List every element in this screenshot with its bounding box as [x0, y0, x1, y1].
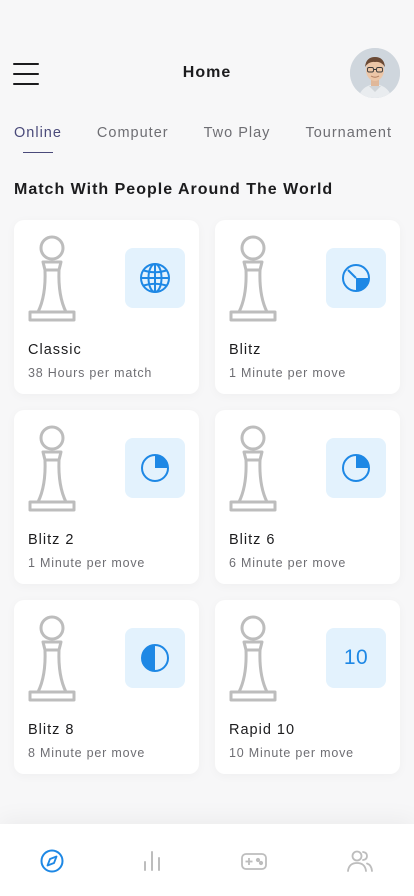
card-subtitle: 8 Minute per move — [28, 746, 146, 760]
tab-computer[interactable]: Computer — [97, 125, 169, 151]
game-mode-card-rapid-10[interactable]: 10 Rapid 10 10 Minute per move — [215, 600, 400, 774]
mode-tabs: Online Computer Two Play Tournament — [14, 125, 414, 153]
tab-online[interactable]: Online — [14, 125, 62, 153]
game-mode-card-classic[interactable]: Classic 38 Hours per match — [14, 220, 199, 394]
timer-quarter-icon — [342, 264, 370, 292]
card-title: Blitz 2 — [28, 532, 75, 548]
card-subtitle: 6 Minute per move — [229, 556, 347, 570]
game-mode-card-blitz-6[interactable]: Blitz 6 6 Minute per move — [215, 410, 400, 584]
card-title: Blitz — [229, 342, 262, 358]
tab-tournament[interactable]: Tournament — [305, 125, 392, 151]
number-badge: 10 — [343, 646, 369, 669]
card-subtitle: 1 Minute per move — [28, 556, 146, 570]
game-mode-card-blitz-8[interactable]: Blitz 8 8 Minute per move — [14, 600, 199, 774]
bar-chart-icon[interactable] — [139, 848, 165, 874]
card-subtitle: 38 Hours per match — [28, 366, 153, 380]
timer-quarter-icon — [141, 454, 169, 482]
bottom-nav — [0, 824, 414, 896]
timer-quarter-icon — [342, 454, 370, 482]
gamepad-icon[interactable] — [240, 848, 267, 874]
card-title: Rapid 10 — [229, 722, 296, 738]
section-title: Match With People Around The World — [14, 181, 334, 198]
tab-two-play[interactable]: Two Play — [204, 125, 271, 151]
app-header: Home — [0, 46, 414, 102]
mode-badge — [125, 248, 185, 308]
pawn-icon — [28, 425, 76, 512]
mode-badge: 10 — [326, 628, 386, 688]
pawn-icon — [229, 615, 277, 702]
mode-badge — [326, 438, 386, 498]
card-title: Blitz 8 — [28, 722, 75, 738]
compass-icon[interactable] — [39, 848, 65, 874]
mode-badge — [326, 248, 386, 308]
pawn-icon — [229, 235, 277, 322]
mode-badge — [125, 628, 185, 688]
card-title: Blitz 6 — [229, 532, 276, 548]
pawn-icon — [229, 425, 277, 512]
card-subtitle: 1 Minute per move — [229, 366, 347, 380]
user-avatar[interactable] — [350, 48, 400, 98]
pawn-icon — [28, 615, 76, 702]
avatar-image — [350, 48, 400, 98]
globe-icon — [140, 263, 170, 293]
timer-half-icon — [141, 644, 169, 672]
mode-badge — [125, 438, 185, 498]
game-mode-card-blitz[interactable]: Blitz 1 Minute per move — [215, 220, 400, 394]
card-title: Classic — [28, 342, 82, 358]
game-mode-card-blitz-2[interactable]: Blitz 2 1 Minute per move — [14, 410, 199, 584]
users-icon[interactable] — [346, 848, 373, 874]
pawn-icon — [28, 235, 76, 322]
card-subtitle: 10 Minute per move — [229, 746, 354, 760]
